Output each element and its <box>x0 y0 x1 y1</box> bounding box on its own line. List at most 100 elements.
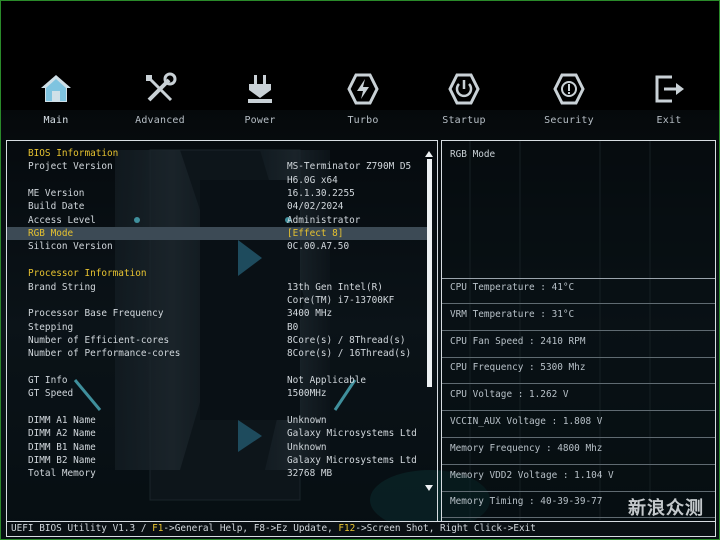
row-label: BIOS Information <box>28 148 119 159</box>
row-value: Not Applicable <box>287 374 367 386</box>
nav-label-advanced: Advanced <box>135 115 185 126</box>
status-prefix: UEFI BIOS Utility V1.3 / <box>11 523 153 534</box>
status-f8-text: F8->Ez Update, <box>253 523 339 534</box>
hw-monitor-divider <box>442 303 715 304</box>
nav-label-power: Power <box>244 115 276 126</box>
hw-monitor-item: CPU Temperature : 41°C <box>450 282 575 293</box>
hw-monitor-divider <box>442 410 715 412</box>
nav-tab-advanced[interactable]: Advanced <box>120 62 200 126</box>
row-label: Build Date <box>28 201 85 213</box>
main-info-panel: BIOS Information Project Version MS-Termin… <box>6 140 438 522</box>
status-f12-key: F12 <box>338 523 356 534</box>
hw-monitor-divider <box>442 437 715 438</box>
row-label: DIMM A2 Name <box>28 428 96 440</box>
row-label: GT Speed <box>28 388 74 400</box>
row-label: Brand String <box>28 281 96 293</box>
info-row <box>7 254 429 267</box>
info-row: DIMM A1 Name Unknown <box>7 414 429 427</box>
watermark-logo: 新浪众测 <box>628 498 704 519</box>
info-row: Processor Base Frequency 3400 MHz <box>7 307 429 320</box>
status-bar: UEFI BIOS Utility V1.3 / F1->General Hel… <box>6 521 716 537</box>
info-row: Silicon Version 0C.00.A7.50 <box>7 240 429 253</box>
nav-label-security: Security <box>544 115 594 126</box>
status-f12-text: ->Screen Shot, Right Click->Exit <box>355 523 536 534</box>
info-row <box>7 401 429 414</box>
hw-monitor-divider <box>442 463 715 465</box>
row-value: 13th Gen Intel(R) <box>287 281 383 293</box>
info-row: Stepping B0 <box>7 321 429 334</box>
home-icon <box>41 75 71 102</box>
hw-monitor-divider <box>442 490 715 492</box>
nav-label-exit: Exit <box>656 115 682 126</box>
tools-icon <box>146 72 177 102</box>
nav-label-startup: Startup <box>442 115 486 126</box>
exit-icon <box>655 75 684 103</box>
hw-monitor-item: VCCIN_AUX Voltage : 1.808 V <box>450 416 603 427</box>
row-label: ME Version <box>28 188 85 200</box>
scroll-thumb[interactable] <box>427 159 432 387</box>
hw-monitor-item: CPU Fan Speed : 2410 RPM <box>450 335 586 347</box>
row-value: Unknown <box>287 441 327 453</box>
nav-tab-startup[interactable]: Startup <box>424 62 504 126</box>
hw-monitor-divider <box>442 329 715 331</box>
nav-tab-power[interactable]: Power <box>220 62 300 126</box>
top-navigation: Main Advanced Power Turbo Startup Securi… <box>0 62 720 132</box>
row-label: DIMM B1 Name <box>28 441 96 453</box>
selected-setting-row[interactable]: RGB Mode [Effect 8] <box>7 227 429 241</box>
row-label: Project Version <box>28 161 113 173</box>
info-row: Access Level Administrator <box>7 214 429 227</box>
row-label: Access Level <box>28 214 96 226</box>
scroll-down-arrow-icon[interactable] <box>425 485 433 491</box>
row-value: 8Core(s) / 8Thread(s) <box>287 334 406 346</box>
row-label: Processor Information <box>28 268 147 280</box>
info-row: GT Info Not Applicable <box>7 374 429 387</box>
nav-tab-exit[interactable]: Exit <box>629 62 709 126</box>
info-row: Project Version MS-Terminator Z790M D5 <box>7 160 429 173</box>
row-label: Silicon Version <box>28 241 113 253</box>
row-value: Galaxy Microsystems Ltd <box>287 428 417 440</box>
row-value: H6.0G x64 <box>287 174 338 186</box>
row-value: 3400 MHz <box>287 308 333 320</box>
power-button-icon <box>448 73 480 105</box>
hw-monitor-item: VRM Temperature : 31°C <box>450 308 575 320</box>
row-label: Processor Base Frequency <box>28 308 164 320</box>
scrollbar[interactable] <box>425 151 433 491</box>
info-row: H6.0G x64 <box>7 174 429 187</box>
info-row: Number of Performance-cores 8Core(s) / 16… <box>7 347 429 360</box>
row-value: 04/02/2024 <box>287 201 344 213</box>
row-label: DIMM A1 Name <box>28 415 96 426</box>
scroll-up-arrow-icon[interactable] <box>425 151 433 157</box>
section-header: Processor Information <box>7 267 429 280</box>
info-row: Build Date 04/02/2024 <box>7 200 429 213</box>
help-divider <box>442 278 715 279</box>
hw-monitor-divider <box>442 356 715 358</box>
nav-tab-main[interactable]: Main <box>16 62 96 126</box>
row-value: 8Core(s) / 16Thread(s) <box>287 348 412 360</box>
row-value[interactable]: [Effect 8] <box>287 227 343 240</box>
shield-icon <box>553 73 585 105</box>
row-value: 16.1.30.2255 <box>287 188 355 200</box>
row-value: B0 <box>287 321 299 333</box>
info-row: Total Memory 32768 MB <box>7 467 429 480</box>
row-value: MS-Terminator Z790M D5 <box>287 161 412 173</box>
status-f1-text: ->General Help, <box>163 523 254 534</box>
hw-monitor-item: Memory VDD2 Voltage : 1.104 V <box>450 469 614 481</box>
row-value: Administrator <box>287 214 361 226</box>
row-label: Number of Efficient-cores <box>28 334 170 346</box>
info-row: DIMM B2 Name Galaxy Microsystems Ltd <box>7 454 429 467</box>
info-row: Number of Efficient-cores 8Core(s) / 8Thr… <box>7 334 429 347</box>
info-row <box>7 361 429 374</box>
info-row: Brand String 13th Gen Intel(R) <box>7 281 429 294</box>
row-label: Stepping <box>28 321 74 333</box>
row-value: 32768 MB <box>287 468 333 480</box>
help-title: RGB Mode <box>450 149 496 160</box>
info-row: GT Speed 1500MHz <box>7 387 429 400</box>
hw-monitor-divider <box>442 383 715 385</box>
row-value: Core(TM) i7-13700KF <box>287 294 395 306</box>
nav-label-main: Main <box>43 115 69 126</box>
nav-tab-turbo[interactable]: Turbo <box>323 62 403 126</box>
row-value: Galaxy Microsystems Ltd <box>287 455 417 467</box>
nav-tab-security[interactable]: Security <box>529 62 609 126</box>
status-f1-key: F1 <box>152 523 164 534</box>
hw-monitor-item: Memory Timing : 40-39-39-77 <box>450 496 603 508</box>
